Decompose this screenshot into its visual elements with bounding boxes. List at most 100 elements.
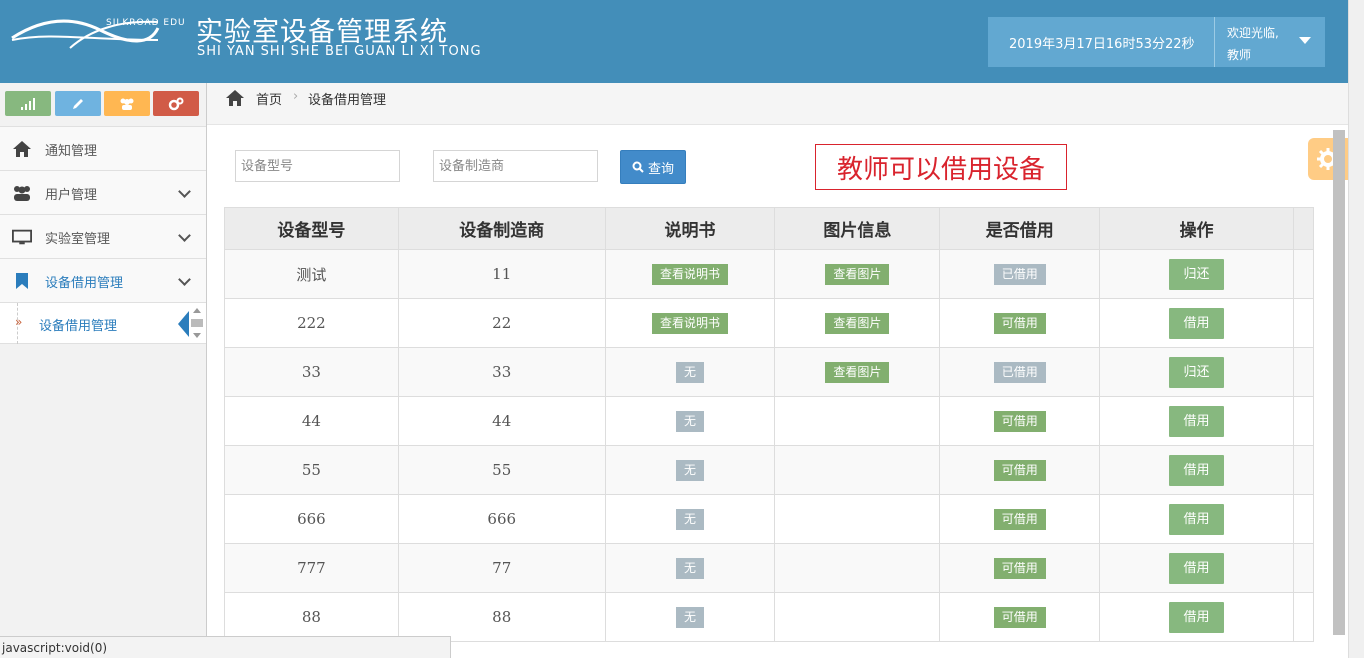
column-header: 图片信息 [774, 207, 941, 250]
return-button[interactable]: 归还 [1169, 258, 1225, 290]
view-image-button[interactable]: 查看图片 [825, 361, 890, 383]
table-cell: 可借用 [939, 543, 1101, 593]
table-cell: 可借用 [939, 494, 1101, 544]
table-cell: 借用 [1099, 494, 1294, 544]
breadcrumb-home-link[interactable]: 首页 [256, 89, 282, 108]
view-image-button[interactable]: 查看图片 [825, 312, 890, 334]
device-model-cell: 88 [301, 608, 321, 626]
device-model-cell: 666 [297, 510, 326, 528]
device-model-cell: 44 [301, 412, 321, 430]
scroll-up-icon[interactable] [193, 308, 201, 313]
view-image-button[interactable]: 查看图片 [825, 263, 890, 285]
table-cell: 55 [224, 445, 399, 495]
content-scroll-thumb[interactable] [1333, 130, 1345, 635]
device-model-cell: 777 [297, 559, 326, 577]
teacher-notice: 教师可以借用设备 [815, 144, 1067, 190]
device-maker-cell: 33 [492, 363, 512, 381]
chevron-down-icon [178, 229, 191, 242]
user-role: 教师 [1227, 48, 1252, 62]
table-cell [1292, 543, 1315, 593]
borrow-button[interactable]: 借用 [1169, 307, 1225, 339]
device-model-input[interactable] [235, 150, 400, 182]
scroll-thumb[interactable] [191, 319, 203, 327]
shortcut-stats-button[interactable] [5, 91, 51, 116]
table-cell: 44 [397, 396, 606, 446]
shortcut-users-button[interactable] [104, 91, 150, 116]
table-cell: 无 [604, 543, 776, 593]
table-row: 44 44 无 可借用 借用 [224, 396, 1315, 446]
caret-down-icon[interactable] [1299, 37, 1311, 44]
chevron-down-icon [178, 185, 191, 198]
breadcrumb: 首页 › 设备借用管理 [207, 83, 1348, 125]
table-cell: 666 [397, 494, 606, 544]
table-cell: 可借用 [939, 396, 1101, 446]
browser-status-bar: javascript:void(0) [0, 636, 451, 658]
table-cell: 可借用 [939, 298, 1101, 348]
search-icon [632, 161, 644, 173]
borrow-button[interactable]: 借用 [1169, 601, 1225, 633]
view-manual-button[interactable]: 查看说明书 [652, 263, 729, 285]
device-table: 设备型号 设备制造商 说明书 图片信息 是否借用 操作 测试 11 查看说明书 查看图… [224, 207, 1315, 642]
table-cell: 无 [604, 494, 776, 544]
table-cell: 借用 [1099, 543, 1294, 593]
sidebar-subitem-borrow-manage[interactable]: » 设备借用管理 [0, 303, 206, 344]
sidebar-shortcuts [5, 91, 200, 117]
view-manual-button[interactable]: 查看说明书 [652, 312, 729, 334]
table-cell [1292, 249, 1315, 299]
table-cell: 77 [397, 543, 606, 593]
sidebar-nav: 通知管理 用户管理 实验室管理 设备借用管理 » 设备借用管理 [0, 126, 206, 344]
sidebar-item-users[interactable]: 用户管理 [0, 171, 206, 215]
table-cell: 可借用 [939, 592, 1101, 642]
table-row: 测试 11 查看说明书 查看图片 已借用 归还 [224, 249, 1315, 299]
device-maker-cell: 44 [492, 412, 512, 430]
table-cell: 可借用 [939, 445, 1101, 495]
borrow-button[interactable]: 借用 [1169, 405, 1225, 437]
table-row: 33 33 无 查看图片 已借用 归还 [224, 347, 1315, 397]
sidebar-item-lab[interactable]: 实验室管理 [0, 215, 206, 259]
cogs-icon [168, 97, 184, 110]
page-scrollbar[interactable] [1348, 0, 1364, 658]
borrow-button[interactable]: 借用 [1169, 454, 1225, 486]
search-button-label: 查询 [647, 161, 674, 177]
table-cell: 查看图片 [774, 249, 941, 299]
breadcrumb-current: 设备借用管理 [308, 93, 387, 108]
table-row: 222 22 查看说明书 查看图片 可借用 借用 [224, 298, 1315, 348]
borrow-status-badge: 可借用 [993, 312, 1046, 334]
sidebar: 通知管理 用户管理 实验室管理 设备借用管理 » 设备借用管理 [0, 83, 207, 658]
user-menu[interactable]: 欢迎光临, 教师 [1227, 22, 1279, 66]
device-maker-cell: 22 [492, 314, 512, 332]
logo-text: SILKROAD EDU [106, 18, 186, 28]
pencil-icon [73, 98, 83, 109]
table-cell: 33 [397, 347, 606, 397]
table-cell [1292, 494, 1315, 544]
sidebar-item-notice[interactable]: 通知管理 [0, 127, 206, 171]
shortcut-edit-button[interactable] [55, 91, 101, 116]
device-model-cell: 33 [301, 363, 321, 381]
no-manual-badge: 无 [676, 557, 705, 579]
welcome-text: 欢迎光临, [1227, 26, 1279, 40]
no-manual-badge: 无 [676, 606, 705, 628]
borrow-button[interactable]: 借用 [1169, 552, 1225, 584]
device-model-cell: 55 [301, 461, 321, 479]
borrow-status-badge: 可借用 [993, 410, 1046, 432]
sidebar-scroller[interactable] [190, 305, 204, 342]
borrow-button[interactable]: 借用 [1169, 503, 1225, 535]
device-maker-input[interactable] [433, 150, 598, 182]
silkroad-logo-icon [11, 19, 160, 49]
shortcut-settings-button[interactable] [153, 91, 199, 116]
sidebar-subitem-label: 设备借用管理 [39, 319, 118, 334]
table-cell: 无 [604, 347, 776, 397]
search-button[interactable]: 查询 [620, 150, 686, 184]
table-cell [1292, 347, 1315, 397]
users-icon [120, 98, 134, 110]
table-cell: 44 [224, 396, 399, 446]
table-cell: 借用 [1099, 445, 1294, 495]
table-cell: 已借用 [939, 347, 1101, 397]
return-button[interactable]: 归还 [1169, 356, 1225, 388]
home-icon [13, 141, 31, 157]
scroll-down-icon[interactable] [193, 333, 201, 338]
sidebar-item-borrow[interactable]: 设备借用管理 [0, 259, 206, 303]
table-cell: 55 [397, 445, 606, 495]
sidebar-item-label: 设备借用管理 [45, 276, 124, 291]
table-cell: 查看说明书 [604, 298, 776, 348]
